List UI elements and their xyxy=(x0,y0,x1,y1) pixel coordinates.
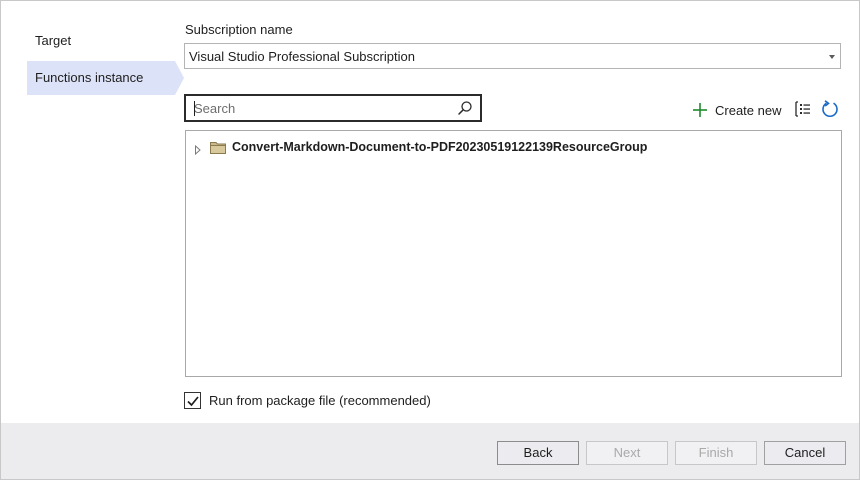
expand-arrow-icon[interactable] xyxy=(194,143,202,156)
tree-item-label: Convert-Markdown-Document-to-PDF20230519… xyxy=(232,140,648,154)
subscription-label: Subscription name xyxy=(185,22,293,37)
run-from-package-checkbox[interactable]: Run from package file (recommended) xyxy=(184,392,431,409)
nav-item-label: Target xyxy=(35,33,72,48)
back-button[interactable]: Back xyxy=(497,441,579,465)
search-input[interactable] xyxy=(194,99,444,117)
folder-icon xyxy=(210,141,226,154)
subscription-value: Visual Studio Professional Subscription xyxy=(189,49,415,64)
nav-selected-pointer xyxy=(175,61,184,95)
subscription-dropdown[interactable]: Visual Studio Professional Subscription xyxy=(184,43,841,69)
search-icon[interactable] xyxy=(457,100,473,116)
checkmark-icon xyxy=(187,396,199,407)
next-button[interactable]: Next xyxy=(586,441,668,465)
plus-icon xyxy=(693,103,707,117)
nav-item-label: Functions instance xyxy=(35,70,144,85)
run-from-package-label: Run from package file (recommended) xyxy=(209,393,431,408)
nav-item-target[interactable]: Target xyxy=(27,24,175,58)
resource-tree[interactable]: Convert-Markdown-Document-to-PDF20230519… xyxy=(185,130,842,377)
finish-button[interactable]: Finish xyxy=(675,441,757,465)
create-new-label: Create new xyxy=(715,102,782,118)
chevron-down-icon xyxy=(829,55,835,59)
checkbox-box[interactable] xyxy=(184,392,201,409)
search-box[interactable] xyxy=(184,94,482,122)
refresh-icon[interactable] xyxy=(821,100,839,118)
create-new-button[interactable]: Create new xyxy=(692,100,781,120)
grouping-icon[interactable] xyxy=(794,100,812,118)
cancel-button[interactable]: Cancel xyxy=(764,441,846,465)
text-cursor xyxy=(194,101,195,116)
tree-item-resource-group[interactable]: Convert-Markdown-Document-to-PDF20230519… xyxy=(194,137,647,157)
nav-item-functions-instance[interactable]: Functions instance xyxy=(27,61,175,95)
